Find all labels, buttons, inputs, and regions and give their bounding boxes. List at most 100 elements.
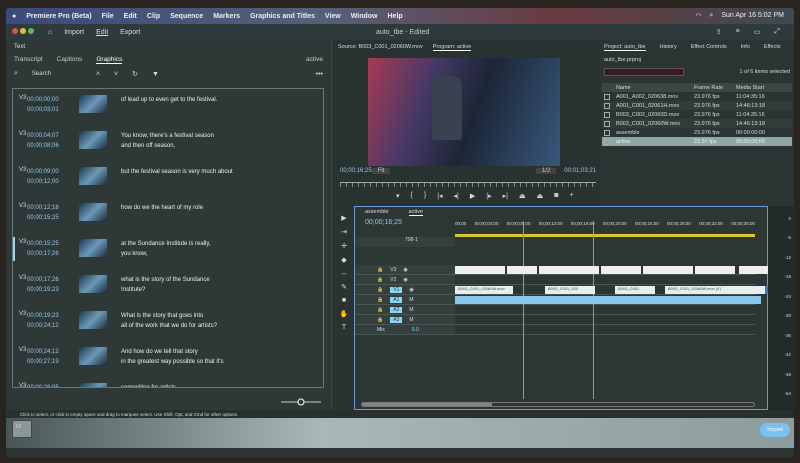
caption-text[interactable]: compelling for artistsso that they want … [121,383,213,387]
close-button[interactable] [12,28,18,34]
timeline-clip[interactable]: B003_C001_020 [545,286,595,294]
chevron-down-icon[interactable]: ˅ [114,71,118,78]
track-label[interactable]: V3 [390,267,396,273]
project-item[interactable]: assemble 23.976 fps 00:00:00:00 [602,128,792,137]
project-item[interactable]: A001_C001_02061H.mov 23.976 fps 14:46:13:1… [602,101,792,110]
share-icon[interactable]: ⇪ [716,28,722,36]
track-label[interactable]: V2 [390,277,396,283]
tab-captions[interactable]: Captions [57,56,83,64]
timeline-clip[interactable] [739,266,769,274]
tab-graphics[interactable]: Graphics [96,56,123,64]
edit-tab[interactable]: Edit [96,29,108,36]
timeline-clip[interactable]: B003_C001 [615,286,655,294]
razor-icon[interactable]: ◆ [341,256,346,264]
type-icon[interactable]: T [342,324,346,331]
quality-select[interactable]: 1/2 [535,168,557,174]
tab-transcript[interactable]: Transcript [14,56,43,64]
transcript-row[interactable]: V3 00;00;00;00 00;00;03;01 of lead up to ev… [13,89,323,125]
home-icon[interactable]: ⌂ [48,29,52,36]
tab-history[interactable]: History [660,44,677,51]
transcript-row[interactable]: V3 00;00;15;25 00;00;17;26 at the Sundance … [13,233,323,269]
item-checkbox[interactable] [604,93,610,100]
timeline-clip[interactable] [643,266,693,274]
tab-info[interactable]: Info [741,44,750,51]
transcript-row[interactable]: V3 00;00;09;00 00;00;12;00 but the festival… [13,161,323,197]
mute-icon[interactable]: M [409,317,413,323]
project-item[interactable]: B003_C002_02060D.mov 23.976 fps 11:04:35:1… [602,110,792,119]
item-checkbox[interactable] [604,111,610,118]
tab-effect-controls[interactable]: Effect Controls [691,44,727,51]
refresh-icon[interactable]: ↻ [132,70,138,78]
rectangle-icon[interactable]: ■ [342,297,346,304]
mute-icon[interactable]: M [409,307,413,313]
eye-icon[interactable]: ◉ [403,267,407,273]
caption-text[interactable]: at the Sundance Institute is really, you … [121,239,211,259]
timeline-clip[interactable]: B003_C001_02060W.mov [455,286,513,294]
timeline-clip[interactable] [455,266,505,274]
tab-assemble[interactable]: assemble [365,209,389,216]
menu-view[interactable]: View [325,13,341,20]
mute-icon[interactable]: M [409,297,413,303]
mark-out-icon[interactable]: } [424,192,426,200]
item-checkbox[interactable] [604,102,610,109]
play-icon[interactable]: ▶ [470,192,475,200]
apple-icon[interactable]: ● [12,13,16,20]
project-search-input[interactable] [604,68,684,76]
menu-clip[interactable]: Clip [147,13,160,20]
comments-icon[interactable]: ▭ [754,28,761,36]
search-input[interactable]: Search [32,71,82,77]
playhead[interactable] [523,221,524,399]
timeline-scrollbar[interactable] [361,402,755,407]
mark-in-icon[interactable]: { [411,192,413,200]
track-select-icon[interactable]: ⇥ [341,228,347,236]
caption-text[interactable]: what is the story of the Sundance Institu… [121,275,210,295]
work-area-bar[interactable] [455,234,755,237]
menu-help[interactable]: Help [388,13,403,20]
export-tab[interactable]: Export [120,29,140,36]
transcript-row[interactable]: V3 00;00;04;07 00;00;08;06 You know, there'… [13,125,323,161]
transcript-row[interactable]: V3 00;00;19;23 00;00;24;12 What is the stor… [13,305,323,341]
timeline-clip[interactable] [539,266,599,274]
menu-app[interactable]: Premiere Pro (Beta) [26,13,91,20]
eye-icon[interactable]: ◉ [403,277,407,283]
lift-icon[interactable]: ⏏ [519,192,526,200]
lock-icon[interactable]: 🔒 [377,297,383,303]
item-checkbox[interactable] [604,138,610,145]
go-to-in-icon[interactable]: |◂ [437,192,442,200]
timeline-clip[interactable] [695,266,735,274]
selection-tool-icon[interactable]: ▶ [341,214,346,222]
tab-project[interactable]: Project: auto_tbe [604,44,646,51]
menu-file[interactable]: File [102,13,114,20]
lock-icon[interactable]: 🔒 [377,317,383,323]
lock-icon[interactable]: 🔒 [377,267,383,273]
track-label[interactable]: V1 [390,286,403,293]
step-forward-icon[interactable]: |▸ [486,192,491,200]
extract-icon[interactable]: ⏏ [537,192,544,200]
menu-window[interactable]: Window [351,13,378,20]
project-item[interactable]: active 23.97 fps 00;00;00;00 [602,137,792,146]
zoom-slider[interactable] [281,398,321,406]
import-button[interactable]: Import [760,423,790,437]
caption-text[interactable]: of lead up to even get to the festival. [121,95,217,105]
item-checkbox[interactable] [604,129,610,136]
col-media-start[interactable]: Media Start [736,85,776,91]
program-scrubber[interactable] [340,182,596,187]
timeline-clip[interactable] [601,266,641,274]
in-out-marker[interactable] [593,221,594,399]
transcript-row[interactable]: V3 00;00;12;18 00;00;15;25 how do we the he… [13,197,323,233]
item-checkbox[interactable] [604,120,610,127]
caption-text[interactable]: how do we the heart of my role [121,203,203,213]
ripple-edit-icon[interactable]: ✛ [341,242,347,250]
menu-edit[interactable]: Edit [124,13,137,20]
lock-icon[interactable]: 🔒 [377,307,383,313]
lock-icon[interactable]: 🔒 [377,287,383,293]
wifi-icon[interactable]: ◠ [695,12,701,20]
workspaces-icon[interactable]: ≡ [736,28,740,36]
caption-text[interactable]: And how do we tell that story in the grea… [121,347,224,367]
timeline-panel[interactable]: assemble active 00;00;16;25 00;00 00;00;04… [354,206,794,410]
eye-icon[interactable]: ◉ [409,287,413,293]
col-frame-rate[interactable]: Frame Rate [694,85,736,91]
clock[interactable]: Sun Apr 16 5:02 PM [721,12,784,20]
step-back-icon[interactable]: ◂| [454,192,459,200]
minimize-button[interactable] [20,28,26,34]
